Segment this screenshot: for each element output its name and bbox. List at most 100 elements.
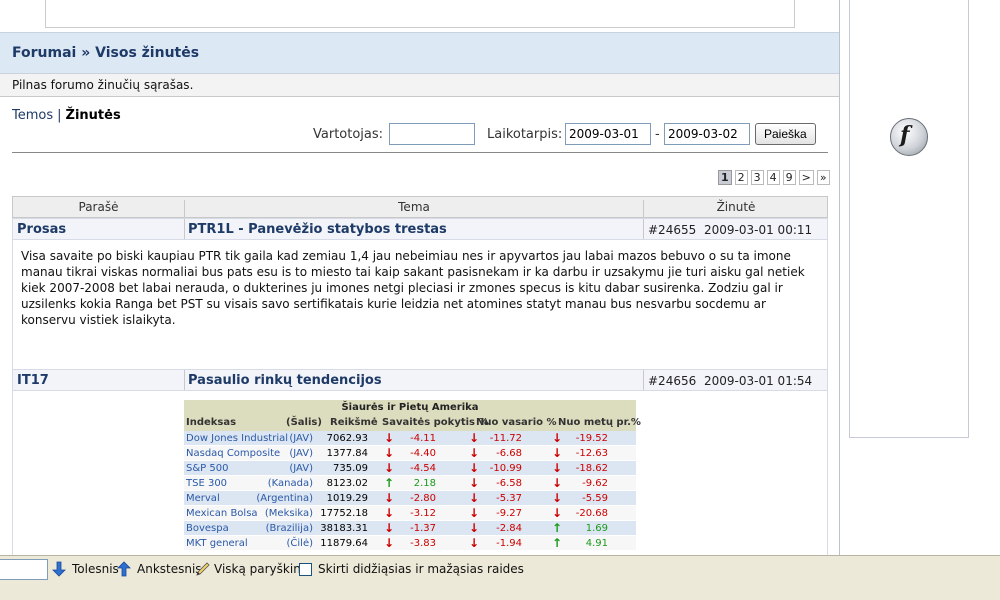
search-button[interactable]: Paieška <box>755 123 816 145</box>
post-author[interactable]: Prosas <box>17 222 66 237</box>
market-ytd-change: -5.59 <box>582 493 608 504</box>
arrow-down-icon: ↓ <box>384 491 395 505</box>
market-index-country: (Čilė) <box>286 538 314 549</box>
market-table: Šiaurės ir Pietų Amerika Indeksas (Šalis… <box>184 400 641 551</box>
market-feb-change: -11.72 <box>489 433 522 444</box>
market-ytd-change: -20.68 <box>575 508 608 519</box>
arrow-up-icon: ↑ <box>384 476 395 490</box>
market-index-value: 735.09 <box>333 463 368 474</box>
title-bar: Forumai » Visos žinutės <box>0 32 839 74</box>
arrow-down-icon: ↓ <box>552 476 563 490</box>
post-header: Prosas PTR1L - Panevėžio statybos tresta… <box>12 218 828 240</box>
arrow-down-icon <box>52 561 66 577</box>
highlight-all-button[interactable]: Viską paryškinti <box>214 562 309 576</box>
market-index-value: 8123.02 <box>326 478 368 489</box>
page-2[interactable]: 2 <box>734 170 748 185</box>
date-from-input[interactable] <box>565 123 651 145</box>
page-3[interactable]: 3 <box>750 170 764 185</box>
search-filter: Vartotojas: Laikotarpis: - Paieška <box>0 123 830 147</box>
market-week-change: -4.54 <box>410 463 436 474</box>
post-text: Visa savaite po biski kaupiau PTR tik ga… <box>21 249 805 327</box>
market-feb-change: -9.27 <box>496 508 522 519</box>
market-row: MKT general (Čilė) 11879.64 ↓ -3.83 ↓ -1.94 ↑ 4.… <box>184 536 636 551</box>
market-week-change: 2.18 <box>413 478 436 489</box>
market-week-change: -1.37 <box>410 523 436 534</box>
market-ytd-change: -19.52 <box>575 433 608 444</box>
page-last[interactable]: » <box>816 170 830 185</box>
divider <box>12 152 828 153</box>
market-index-country: (JAV) <box>289 448 313 459</box>
market-index-name[interactable]: Nasdaq Composite <box>186 446 280 461</box>
post-subject[interactable]: PTR1L - Panevėžio statybos trestas <box>188 222 447 237</box>
page-next[interactable]: > <box>798 170 814 185</box>
flash-player-icon[interactable]: f <box>890 118 928 156</box>
arrow-down-icon: ↓ <box>469 476 480 490</box>
market-index-country: (Argentina) <box>256 493 313 504</box>
header-week: Savaitės pokytis % <box>382 417 489 428</box>
market-index-name[interactable]: TSE 300 <box>186 476 227 491</box>
column-separator <box>184 219 185 239</box>
header-message: Žinutė <box>716 200 756 214</box>
column-separator <box>184 370 185 390</box>
market-index-name[interactable]: Dow Jones Industrial <box>186 431 288 446</box>
market-index-country: (Brazilija) <box>265 523 313 534</box>
post-id[interactable]: #24656 <box>648 374 696 388</box>
market-ytd-change: 1.69 <box>585 523 608 534</box>
market-row: Nasdaq Composite (JAV) 1377.84 ↓ -4.40 ↓ -6.68… <box>184 446 636 461</box>
market-feb-change: -2.84 <box>496 523 522 534</box>
table-header: Parašė Tema Žinutė <box>12 196 828 220</box>
market-row: TSE 300 (Kanada) 8123.02 ↑ 2.18 ↓ -6.58 ↓ -9.62 <box>184 476 636 491</box>
arrow-down-icon: ↓ <box>552 491 563 505</box>
header-country: (Šalis) <box>286 417 322 428</box>
page-9[interactable]: 9 <box>782 170 796 185</box>
arrow-up-icon: ↑ <box>552 521 563 535</box>
arrow-down-icon: ↓ <box>469 461 480 475</box>
header-ytd: Nuo metų pr.% <box>558 417 641 428</box>
market-index-name[interactable]: Mexican Bolsa <box>186 506 258 521</box>
match-case-label[interactable]: Skirti didžiąsias ir mažąsias raides <box>318 562 524 576</box>
view-tabs: Temos | Žinutės <box>12 108 121 123</box>
market-index-name[interactable]: MKT general <box>186 536 248 551</box>
find-input[interactable] <box>0 559 48 580</box>
header-author: Parašė <box>78 200 119 214</box>
arrow-down-icon: ↓ <box>552 446 563 460</box>
post-body: Visa savaite po biski kaupiau PTR tik ga… <box>12 240 828 369</box>
arrow-down-icon: ↓ <box>469 446 480 460</box>
find-previous-button[interactable]: Ankstesnis <box>137 562 202 576</box>
page-4[interactable]: 4 <box>766 170 780 185</box>
header-index: Indeksas <box>186 417 237 428</box>
market-feb-change: -6.68 <box>496 448 522 459</box>
market-index-name[interactable]: Merval <box>186 491 220 506</box>
market-index-country: (Meksika) <box>264 508 313 519</box>
header-value: Reikšmė <box>330 417 378 428</box>
arrow-down-icon: ↓ <box>384 521 395 535</box>
page-description: Pilnas forumo žinučių sąrašas. <box>12 78 194 92</box>
tab-messages[interactable]: Žinutės <box>66 108 121 123</box>
tab-topics[interactable]: Temos <box>12 108 53 123</box>
post-author[interactable]: IT17 <box>17 373 49 388</box>
post-id[interactable]: #24655 <box>648 223 696 237</box>
market-index-name[interactable]: Bovespa <box>186 521 229 536</box>
market-index-value: 17752.18 <box>320 508 368 519</box>
arrow-down-icon: ↓ <box>384 446 395 460</box>
match-case-checkbox[interactable] <box>299 563 312 576</box>
user-input[interactable] <box>389 123 475 145</box>
arrow-down-icon: ↓ <box>384 461 395 475</box>
date-to-input[interactable] <box>664 123 750 145</box>
arrow-down-icon: ↓ <box>469 431 480 445</box>
arrow-up-icon <box>117 561 131 577</box>
market-ytd-change: 4.91 <box>585 538 608 549</box>
post-subject[interactable]: Pasaulio rinkų tendencijos <box>188 373 382 388</box>
market-feb-change: -10.99 <box>489 463 522 474</box>
market-index-value: 7062.93 <box>326 433 368 444</box>
market-row: Dow Jones Industrial (JAV) 7062.93 ↓ -4.11 ↓ -… <box>184 431 636 446</box>
arrow-down-icon: ↓ <box>552 461 563 475</box>
page-1[interactable]: 1 <box>718 170 732 185</box>
arrow-up-icon: ↑ <box>552 536 563 550</box>
find-next-button[interactable]: Tolesnis <box>72 562 119 576</box>
header-feb: Nuo vasario % <box>476 417 557 428</box>
arrow-down-icon: ↓ <box>469 536 480 550</box>
market-index-name[interactable]: S&P 500 <box>186 461 228 476</box>
arrow-down-icon: ↓ <box>469 521 480 535</box>
market-week-change: -2.80 <box>410 493 436 504</box>
